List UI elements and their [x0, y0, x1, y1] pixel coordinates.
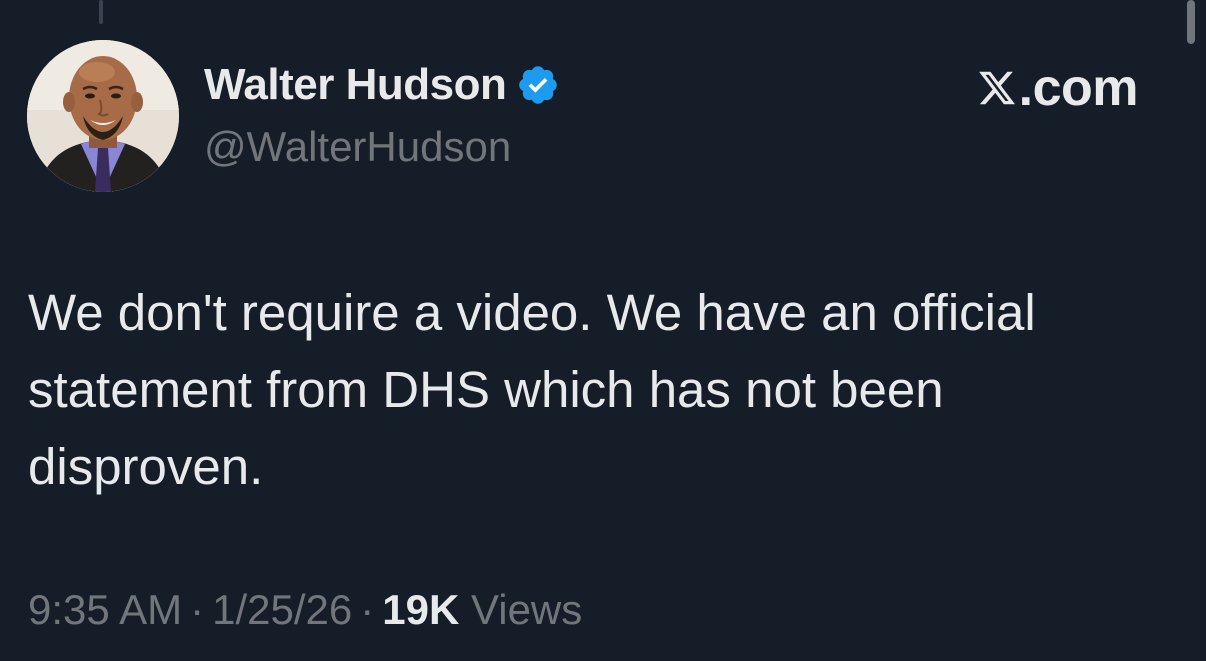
thread-connector-line: [99, 0, 103, 24]
tweet-text-line: statement from DHS which has not been: [28, 361, 944, 418]
views-label: Views: [470, 586, 583, 633]
tweet-time[interactable]: 9:35 AM: [28, 586, 182, 633]
tweet-text: We don't require a video. We have an off…: [28, 274, 1188, 505]
tweet-date[interactable]: 1/25/26: [212, 586, 352, 633]
scrollbar[interactable]: [1187, 0, 1195, 44]
x-logo-icon: [977, 68, 1017, 108]
avatar[interactable]: [27, 40, 179, 192]
meta-separator: ·: [360, 586, 375, 633]
author-display-name[interactable]: Walter Hudson: [204, 60, 507, 110]
author-handle[interactable]: @WalterHudson: [204, 123, 511, 171]
meta-separator: ·: [190, 586, 205, 633]
brand-text: .com: [1018, 59, 1139, 117]
tweet-text-line: disproven.: [28, 438, 264, 495]
verified-badge-icon[interactable]: [516, 63, 560, 107]
brand-watermark: .com: [977, 58, 1139, 118]
tweet-text-line: We don't require a video. We have an off…: [28, 284, 1036, 341]
author-name-row: Walter Hudson: [204, 57, 560, 113]
views-count[interactable]: 19K: [382, 586, 459, 633]
tweet-metadata: 9:35 AM · 1/25/26 · 19K Views: [28, 586, 582, 634]
